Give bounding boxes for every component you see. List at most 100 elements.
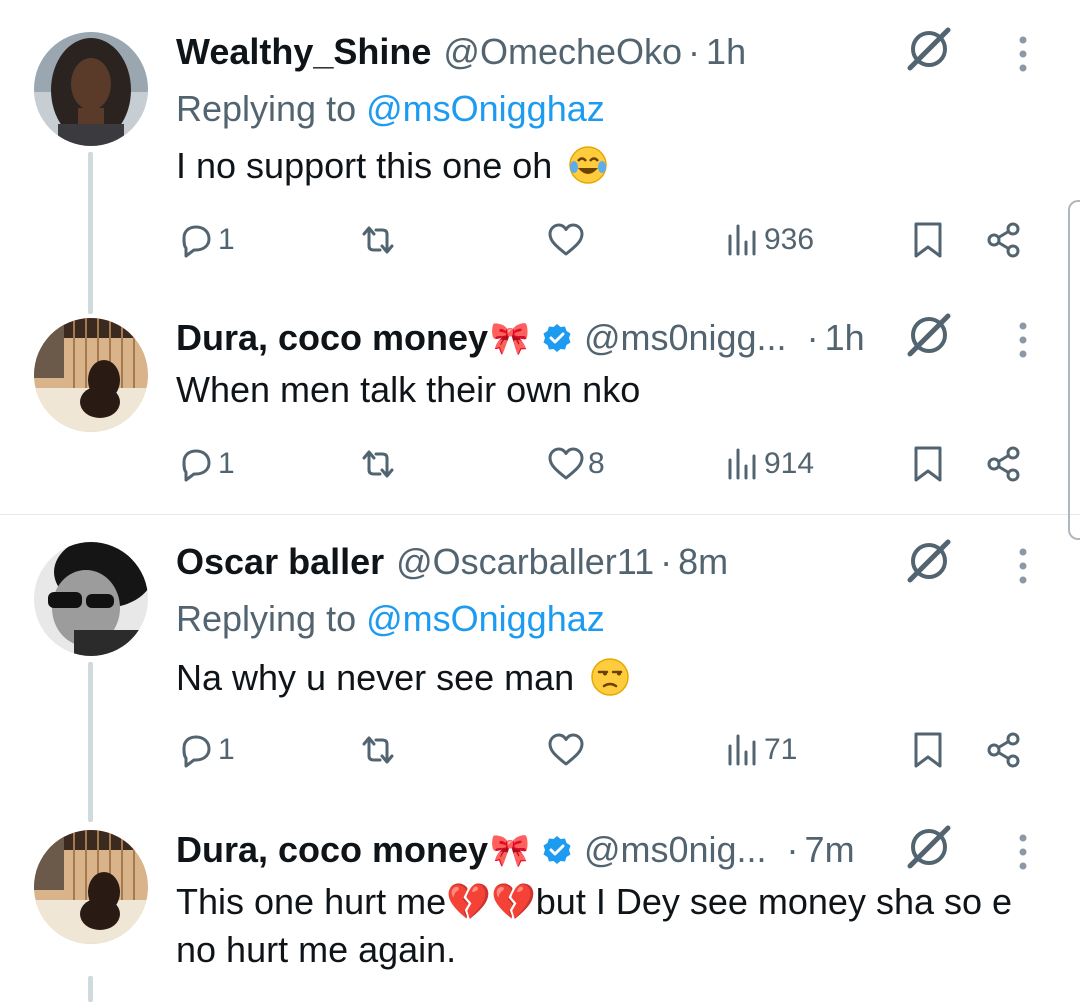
reply-count: 1 (218, 223, 235, 256)
views-button[interactable]: 71 (722, 728, 797, 772)
tweet-header: Dura, coco money 🎀 @ms0nigg... · 1h (176, 317, 865, 359)
share-button[interactable] (984, 442, 1024, 486)
tweet-actions: 1 71 (176, 728, 1056, 772)
separator-dot: · (688, 31, 701, 72)
reply-button[interactable]: 1 (176, 442, 235, 486)
tweet-text: Na why u never see man (176, 654, 1046, 702)
views-icon (728, 734, 756, 766)
replying-mention[interactable]: @msOnigghaz (366, 88, 605, 129)
bookmark-button[interactable] (908, 442, 948, 486)
bookmark-icon (914, 446, 942, 482)
views-button[interactable]: 914 (722, 442, 814, 486)
bookmark-button[interactable] (908, 218, 948, 262)
like-button[interactable]: 8 (546, 442, 605, 486)
user-handle[interactable]: @OmecheOko (443, 31, 682, 73)
ribbon-emoji: 🎀 (490, 832, 530, 868)
timestamp[interactable]: 1h (706, 31, 746, 73)
thread-line (88, 976, 93, 1002)
tweet-text-before: This one hurt me (176, 881, 447, 922)
repost-icon (362, 226, 394, 254)
timestamp[interactable]: 8m (678, 541, 728, 583)
avatar-dura-coco-money[interactable] (34, 318, 148, 432)
bookmark-button[interactable] (908, 728, 948, 772)
repost-button[interactable] (358, 218, 400, 262)
share-icon (987, 222, 1020, 258)
tweet-text: I no support this one oh (176, 142, 1046, 190)
tweet-text: When men talk their own nko (176, 366, 1046, 414)
tweet-actions: 1 936 (176, 218, 1056, 262)
display-name[interactable]: Wealthy_Shine (176, 31, 431, 73)
verified-badge-icon[interactable] (542, 323, 572, 353)
replying-to: Replying to @msOnigghaz (176, 88, 605, 130)
more-icon[interactable] (1012, 546, 1034, 586)
tweet-4[interactable]: Dura, coco money 🎀 @ms0nig... · 7m This … (0, 825, 1080, 1002)
verified-badge-icon[interactable] (542, 835, 572, 865)
repost-button[interactable] (358, 442, 400, 486)
like-count: 8 (588, 447, 605, 480)
more-icon[interactable] (1012, 320, 1034, 360)
replying-label: Replying to (176, 598, 367, 639)
reply-button[interactable]: 1 (176, 728, 235, 772)
reply-count: 1 (218, 447, 235, 480)
avatar-wealthy-shine[interactable] (34, 32, 148, 146)
tweet-3[interactable]: Oscar baller @Oscarballer11 · 8m Replyin… (0, 539, 1080, 822)
reply-icon (182, 225, 211, 258)
replying-label: Replying to (176, 88, 367, 129)
reply-icon (182, 735, 211, 768)
face-with-tears-of-joy-emoji (568, 145, 608, 185)
reply-icon (182, 449, 211, 482)
avatar-dura-coco-money[interactable] (34, 830, 148, 944)
views-icon (728, 448, 756, 480)
views-count: 71 (764, 733, 798, 766)
bookmark-icon (914, 222, 942, 258)
like-icon (548, 223, 584, 256)
tweet-2[interactable]: Dura, coco money 🎀 @ms0nigg... · 1h When… (0, 313, 1080, 514)
tweet-actions: 1 8 914 (176, 442, 1056, 486)
display-name[interactable]: Dura, coco money (176, 829, 488, 871)
tweet-text-content: I no support this one oh (176, 145, 553, 186)
views-count: 936 (764, 223, 815, 256)
share-icon (987, 446, 1020, 482)
replying-to: Replying to @msOnigghaz (176, 598, 605, 640)
views-icon (728, 224, 756, 256)
like-button[interactable] (546, 218, 588, 262)
grok-icon[interactable] (904, 24, 954, 74)
bookmark-icon (914, 732, 942, 768)
timestamp[interactable]: 7m (805, 829, 855, 871)
grok-icon[interactable] (904, 536, 954, 586)
more-icon[interactable] (1012, 832, 1034, 872)
views-button[interactable]: 936 (722, 218, 814, 262)
reply-button[interactable]: 1 (176, 218, 235, 262)
user-handle[interactable]: @ms0nigg... (584, 317, 787, 359)
repost-button[interactable] (358, 728, 400, 772)
display-name[interactable]: Dura, coco money (176, 317, 488, 359)
tweet-text-content: When men talk their own nko (176, 369, 641, 410)
separator-dot: · (660, 541, 673, 582)
timestamp[interactable]: 1h (825, 317, 865, 359)
thread-line (88, 662, 93, 822)
unamused-face-emoji (590, 657, 630, 697)
separator-dot: · (806, 317, 819, 358)
repost-icon (362, 450, 394, 478)
like-button[interactable] (546, 728, 588, 772)
replying-mention[interactable]: @msOnigghaz (366, 598, 605, 639)
grok-icon[interactable] (904, 310, 954, 360)
more-icon[interactable] (1012, 34, 1034, 74)
thread-divider (0, 514, 1080, 515)
views-count: 914 (764, 447, 815, 480)
scrollbar[interactable] (1068, 200, 1080, 540)
avatar-oscar-baller[interactable] (34, 542, 148, 656)
thread-line (88, 152, 93, 314)
share-button[interactable] (984, 218, 1024, 262)
tweet-text-content: Na why u never see man (176, 657, 575, 698)
display-name[interactable]: Oscar baller (176, 541, 384, 583)
tweet-text: This one hurt me💔💔but I Dey see money sh… (176, 878, 1046, 974)
tweet-header: Dura, coco money 🎀 @ms0nig... · 7m (176, 829, 855, 871)
separator-dot: · (786, 829, 799, 870)
share-button[interactable] (984, 728, 1024, 772)
tweet-1[interactable]: Wealthy_Shine @OmecheOko · 1h Replying t… (0, 27, 1080, 314)
user-handle[interactable]: @ms0nig... (584, 829, 767, 871)
user-handle[interactable]: @Oscarballer11 (396, 541, 654, 583)
tweet-header: Oscar baller @Oscarballer11 · 8m (176, 541, 728, 583)
grok-icon[interactable] (904, 822, 954, 872)
